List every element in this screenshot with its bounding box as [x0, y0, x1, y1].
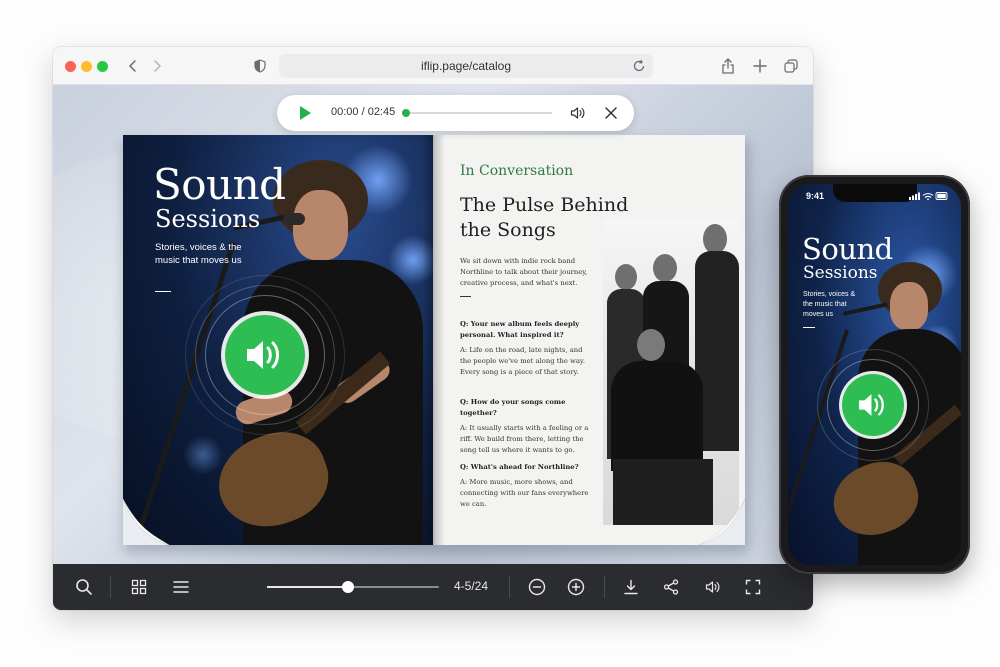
browser-titlebar: iflip.page/catalog: [53, 47, 813, 85]
download-icon: [624, 579, 638, 595]
question: Q: What's ahead for Northline?: [460, 463, 579, 471]
answer: A: Life on the road, late nights, and th…: [460, 346, 586, 376]
grid-icon: [131, 579, 147, 595]
audio-player: 00:00 / 02:45: [277, 95, 634, 131]
qa-item: Q: How do your songs come together? A: I…: [460, 397, 590, 456]
page-curl-icon[interactable]: [123, 499, 169, 545]
share-page-button[interactable]: [718, 56, 738, 76]
search-icon: [76, 579, 92, 595]
close-icon[interactable]: [603, 105, 619, 121]
address-bar[interactable]: iflip.page/catalog: [279, 54, 653, 78]
toolbar-separator: [604, 576, 605, 598]
url-text: iflip.page/catalog: [420, 59, 512, 73]
shield-icon: [254, 59, 266, 73]
toolbar-separator: [110, 576, 111, 598]
phone-cover-description: Stories, voices & the music that moves u…: [803, 291, 856, 318]
zoom-out-icon: [528, 578, 546, 596]
chevron-right-icon: [154, 60, 161, 72]
table-of-contents-button[interactable]: [171, 577, 191, 597]
privacy-shield-button[interactable]: [250, 56, 270, 76]
phone-clock: 9:41: [806, 191, 825, 201]
zoom-in-icon: [567, 578, 585, 596]
chevron-left-icon: [129, 60, 136, 72]
qa-item: Q: What's ahead for Northline? A: More m…: [460, 462, 590, 510]
page-curl-icon[interactable]: [699, 499, 745, 545]
audio-seek-bar[interactable]: [406, 112, 552, 114]
menu-icon: [173, 581, 189, 593]
back-button[interactable]: [123, 56, 143, 76]
audio-time: 00:00 / 02:45: [331, 106, 396, 118]
magazine-cover-page[interactable]: Sound Sessions Stories, voices & the mus…: [123, 135, 433, 545]
close-window-button[interactable]: [65, 61, 76, 72]
phone-cover-divider: [803, 327, 815, 328]
search-button[interactable]: [74, 577, 94, 597]
share-button[interactable]: [661, 577, 681, 597]
cover-subtitle: Sessions: [155, 205, 261, 233]
speaker-icon: [247, 341, 279, 369]
sound-toggle-button[interactable]: [703, 577, 723, 597]
article-intro: We sit down with indie rock band Northli…: [460, 257, 588, 287]
volume-icon[interactable]: [570, 105, 586, 121]
stage-light: [183, 435, 223, 475]
flipbook-viewport: Sound Sessions Stories, voices & the mus…: [53, 85, 813, 564]
band-photo: [603, 219, 739, 525]
cover-description: Stories, voices & the music that moves u…: [155, 242, 242, 266]
audio-seek-thumb[interactable]: [402, 109, 410, 117]
cover-title: Sound: [153, 160, 286, 209]
zoom-out-button[interactable]: [527, 577, 547, 597]
phone-cover-title: Sound: [802, 232, 893, 266]
maximize-window-button[interactable]: [97, 61, 108, 72]
play-audio-button[interactable]: [225, 315, 305, 395]
toolbar-separator: [509, 576, 510, 598]
browser-window: iflip.page/catalog Sound Sessions Storie…: [53, 47, 813, 610]
question: Q: Your new album feels deeply personal.…: [460, 320, 580, 339]
qa-item: Q: Your new album feels deeply personal.…: [460, 319, 590, 378]
phone-cover-subtitle: Sessions: [803, 263, 878, 283]
reload-icon[interactable]: [631, 58, 647, 74]
plus-icon: [753, 59, 767, 73]
phone-screen[interactable]: 9:41 Sound Sessions Stories, voices & th…: [788, 184, 961, 565]
stage: iflip.page/catalog Sound Sessions Storie…: [0, 0, 1000, 667]
page-slider-thumb[interactable]: [341, 581, 354, 593]
fullscreen-icon: [745, 579, 761, 595]
page-counter: 4-5/24: [454, 579, 489, 593]
share-icon: [663, 579, 679, 595]
cover-divider: [155, 291, 171, 292]
new-tab-button[interactable]: [750, 56, 770, 76]
article-kicker: In Conversation: [460, 163, 574, 179]
minimize-window-button[interactable]: [81, 61, 92, 72]
fullscreen-button[interactable]: [743, 577, 763, 597]
answer: A: More music, more shows, and connectin…: [460, 478, 589, 508]
phone-device: 9:41 Sound Sessions Stories, voices & th…: [779, 175, 970, 574]
speaker-icon: [859, 394, 884, 416]
forward-button[interactable]: [147, 56, 167, 76]
page-slider-fill: [267, 586, 348, 588]
article-divider: [460, 296, 471, 297]
zoom-in-button[interactable]: [566, 577, 586, 597]
tabs-overview-button[interactable]: [781, 56, 801, 76]
status-bar-icons: [909, 192, 948, 201]
download-button[interactable]: [621, 577, 641, 597]
tabs-icon: [784, 59, 798, 73]
thumbnails-button[interactable]: [129, 577, 149, 597]
phone-notch: [833, 184, 917, 202]
flipbook-toolbar: 4-5/24: [53, 564, 813, 610]
volume-icon: [705, 581, 720, 593]
answer: A: It usually starts with a feeling or a…: [460, 424, 589, 454]
magazine-spread: Sound Sessions Stories, voices & the mus…: [119, 135, 749, 553]
article-page[interactable]: In Conversation The Pulse Behind the Son…: [433, 135, 745, 545]
phone-play-audio-button[interactable]: [842, 374, 904, 436]
share-icon: [722, 58, 734, 74]
question: Q: How do your songs come together?: [460, 398, 566, 417]
play-icon[interactable]: [297, 105, 313, 121]
